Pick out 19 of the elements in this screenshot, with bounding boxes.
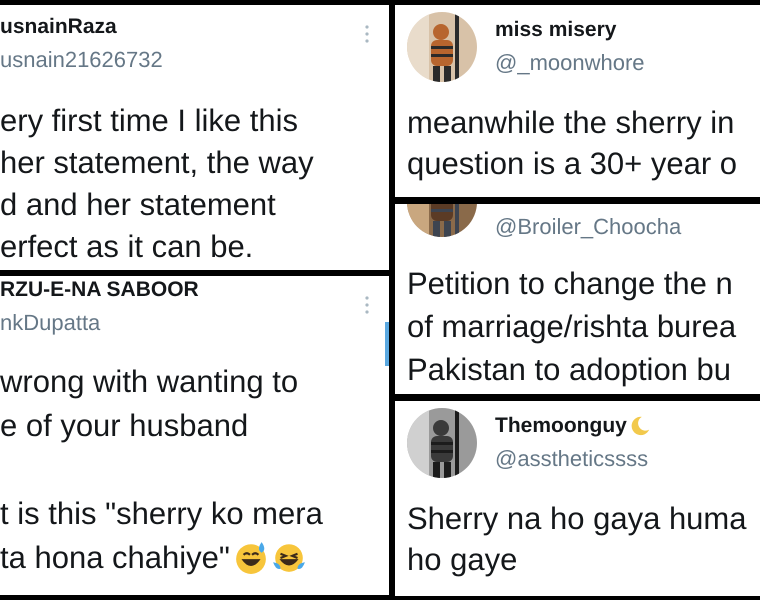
tweet-text: meanwhile the sherry in question is a 30+ year o — [407, 104, 738, 183]
tweet-text: ery first time I like this her statement, the way d and her statement erfect as it can be. — [0, 102, 314, 266]
tweet-text: Sherry na ho gaya huma ho gaye — [407, 500, 746, 579]
tweet-text: t is this "sherry ko mera — [0, 495, 323, 533]
display-name: miss misery — [495, 17, 616, 43]
user-handle: @asstheticssss — [495, 445, 648, 473]
display-name: Themoonguy — [495, 413, 627, 439]
display-name: usnainRaza — [0, 14, 117, 40]
more-options-icon[interactable] — [365, 296, 369, 314]
tweet-text: Petition to change the n of marriage/rishta burea Pakistan to adoption bu — [407, 265, 736, 389]
more-options-icon[interactable] — [365, 25, 369, 43]
user-handle: nkDupatta — [0, 309, 100, 337]
tweet-text: ta hona chahiye" — [0, 539, 230, 577]
tweet-text: wrong with wanting to e of your husband — [0, 363, 298, 445]
user-handle: @_moonwhore — [495, 49, 645, 77]
scrollbar[interactable] — [385, 322, 389, 366]
user-handle: @Broiler_Choocha — [495, 213, 682, 241]
user-handle: usnain21626732 — [0, 46, 163, 74]
display-name: RZU-E-NA SABOOR — [0, 277, 199, 303]
